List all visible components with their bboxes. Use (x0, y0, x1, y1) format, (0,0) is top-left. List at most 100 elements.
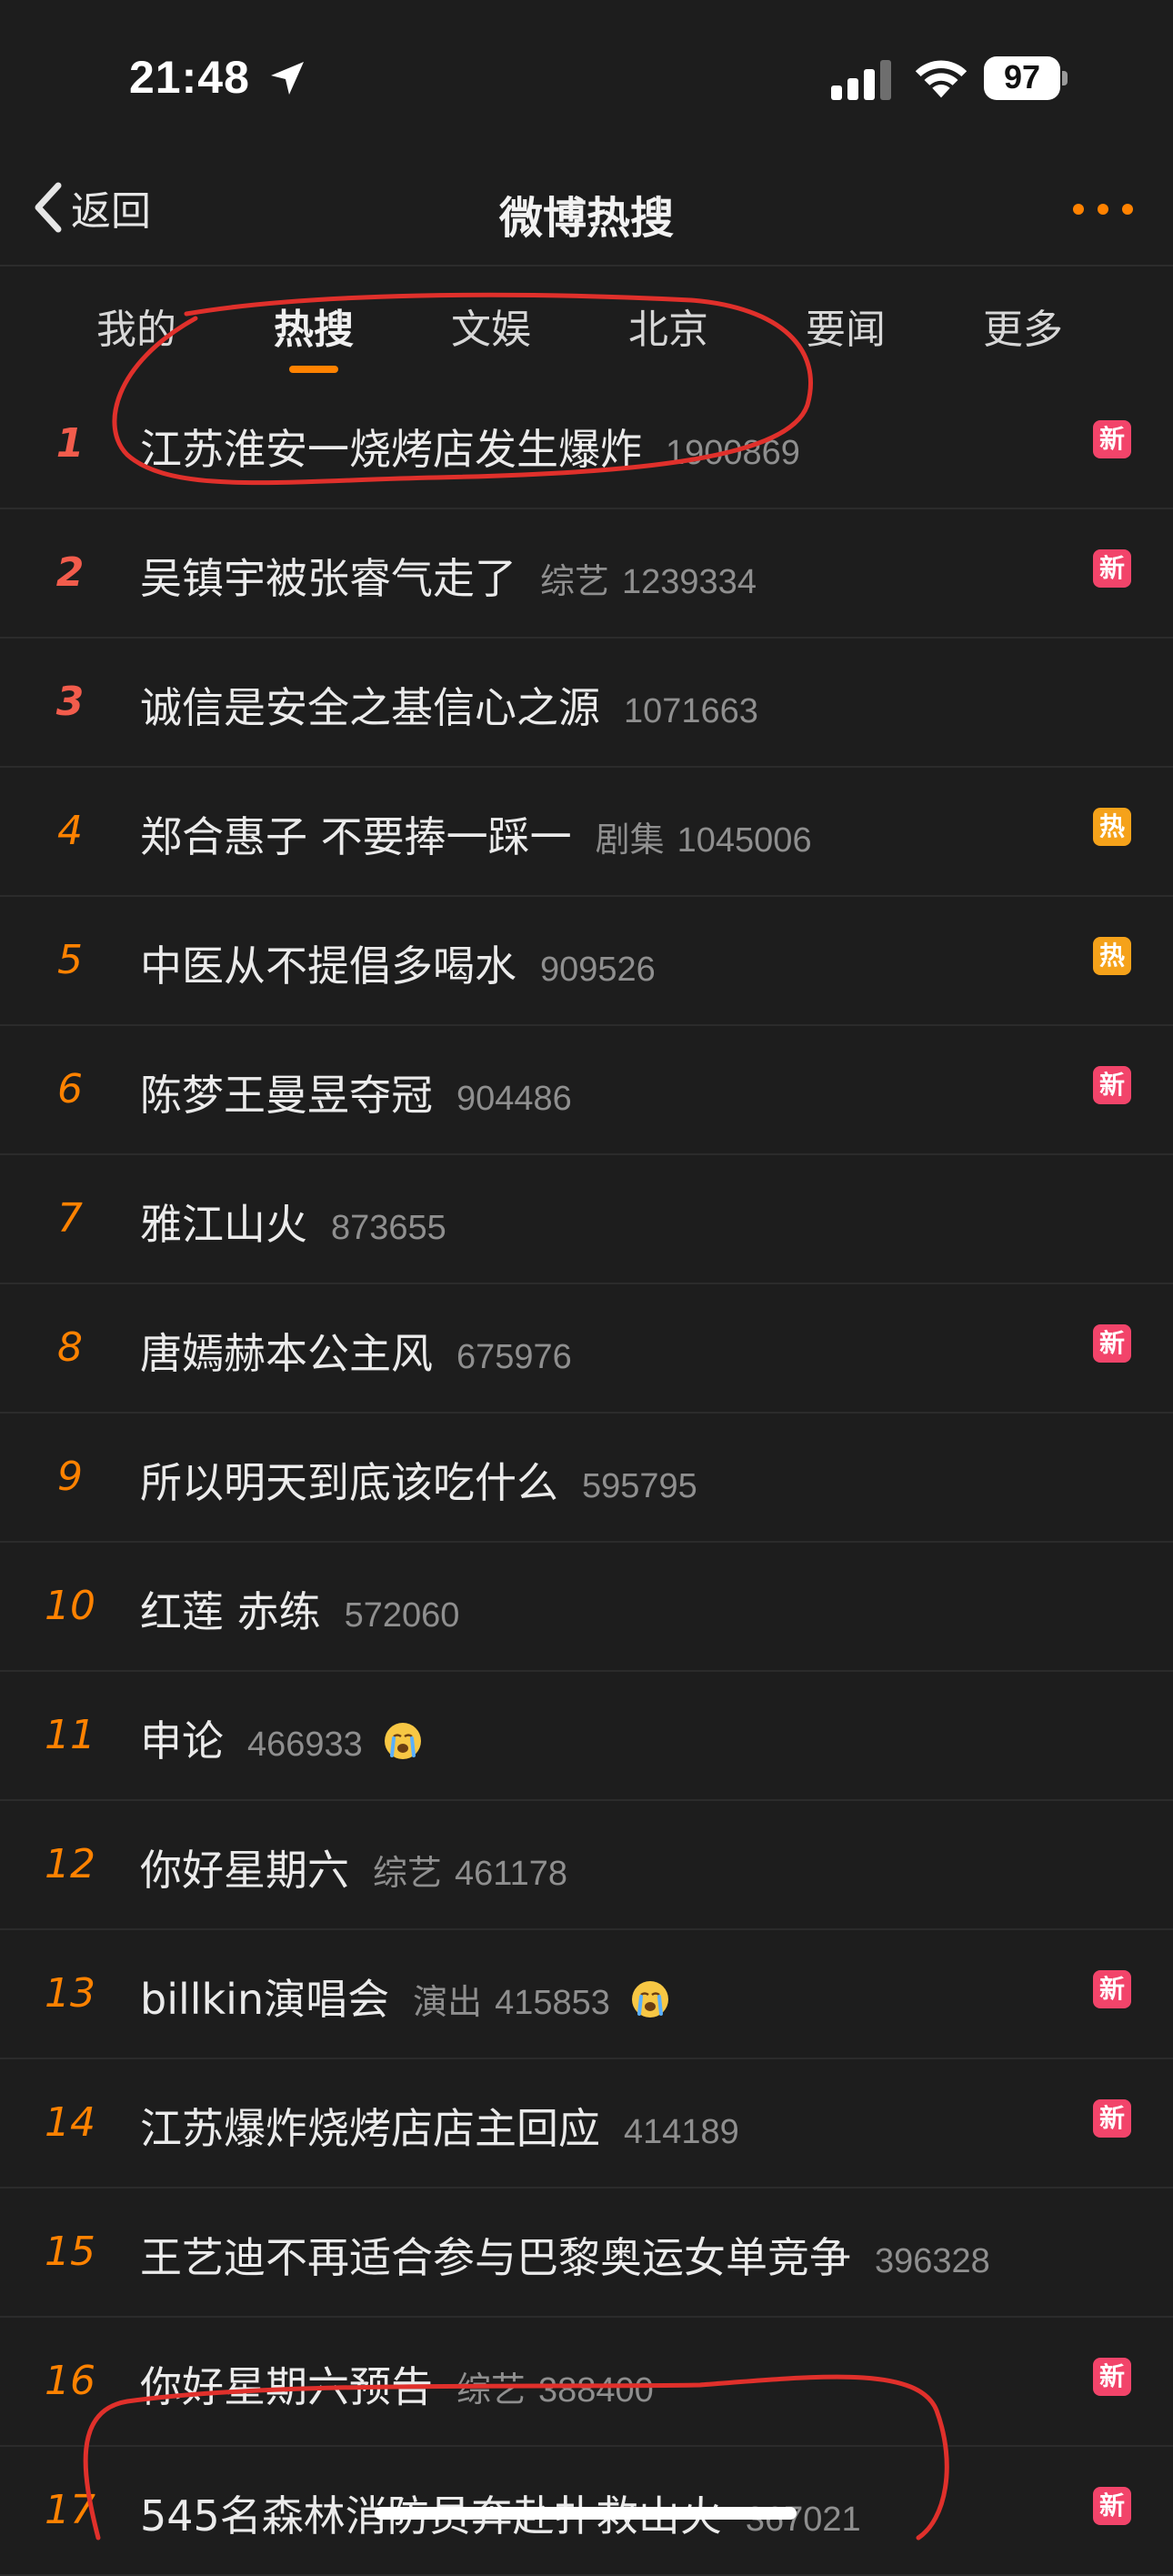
tab-more[interactable]: 更多 (932, 297, 1114, 355)
topic-title[interactable]: 王艺迪不再适合参与巴黎奥运女单竞争 (140, 2225, 851, 2285)
rank-number: 13 (45, 1970, 95, 2017)
page-title: 微博热搜 (498, 193, 674, 244)
rank-number: 4 (57, 808, 83, 854)
rank-number: 5 (57, 937, 83, 983)
hot-search-row[interactable]: 5 中医从不提倡多喝水 909526 热 (0, 897, 1173, 1026)
active-tab-indicator (289, 366, 338, 373)
topic-title[interactable]: 江苏爆炸烧烤店店主回应 (140, 2096, 600, 2156)
heat-count: 396328 (875, 2242, 990, 2280)
chevron-left-icon (35, 182, 62, 233)
tab-news[interactable]: 要闻 (755, 297, 937, 355)
crying-face-icon (384, 1723, 421, 1759)
topic-line: 郑合惠子 不要捧一踩一 剧集 1045006 (140, 804, 812, 864)
battery-percent: 97 (1003, 58, 1041, 96)
navigation-bar: 返回 微博热搜 (0, 155, 1173, 264)
new-badge: 新 (1093, 2487, 1131, 2525)
tab-mine[interactable]: 我的 (45, 297, 227, 355)
hot-search-row[interactable]: 2 吴镇宇被张睿气走了 综艺 1239334 新 (0, 509, 1173, 639)
back-button[interactable]: 返回 (31, 180, 151, 235)
heat-count: 461178 (455, 1855, 567, 1893)
heat-count: 675976 (456, 1338, 572, 1376)
rank-number: 8 (57, 1324, 83, 1371)
hot-search-row[interactable]: 10 红莲 赤练 572060 (0, 1543, 1173, 1672)
tab-hot-search[interactable]: 热搜 (223, 297, 405, 355)
heat-count: 414189 (624, 2113, 739, 2151)
topic-title[interactable]: 诚信是安全之基信心之源 (140, 675, 600, 735)
hot-search-row[interactable]: 1 江苏淮安一烧烤店发生爆炸 1900869 新 (0, 380, 1173, 509)
heat-count: 1900869 (666, 434, 800, 472)
hot-search-row[interactable]: 12 你好星期六 综艺 461178 (0, 1801, 1173, 1930)
topic-title[interactable]: 你好星期六预告 (140, 2354, 433, 2414)
category-tabs: 我的 热搜 文娱 北京 要闻 更多 (0, 273, 1173, 380)
tab-beijing[interactable]: 北京 (577, 297, 759, 355)
topic-title[interactable]: billkin演唱会 (140, 1967, 389, 2027)
rank-number: 11 (45, 1712, 95, 1758)
hot-search-row[interactable]: 7 雅江山火 873655 (0, 1155, 1173, 1284)
heat-count: 904486 (456, 1080, 572, 1118)
battery-icon: 97 (984, 56, 1068, 100)
heat-count: 466933 (247, 1726, 363, 1764)
hot-search-row[interactable]: 11 申论 466933 (0, 1672, 1173, 1801)
topic-title[interactable]: 所以明天到底该吃什么 (140, 1450, 558, 1510)
topic-title[interactable]: 陈梦王曼昱夺冠 (140, 1062, 433, 1122)
topic-category: 演出 (413, 1982, 483, 2022)
crying-face-icon (631, 1981, 668, 2018)
hot-search-row[interactable]: 15 王艺迪不再适合参与巴黎奥运女单竞争 396328 (0, 2189, 1173, 2318)
nav-divider (0, 265, 1173, 267)
new-badge: 新 (1093, 549, 1131, 588)
hot-search-row[interactable]: 3 诚信是安全之基信心之源 1071663 (0, 639, 1173, 768)
heat-count: 1071663 (624, 692, 758, 730)
topic-title[interactable]: 江苏淮安一烧烤店发生爆炸 (140, 417, 642, 477)
new-badge: 新 (1093, 2358, 1131, 2396)
topic-title[interactable]: 唐嫣赫本公主风 (140, 1321, 433, 1381)
hot-search-row[interactable]: 8 唐嫣赫本公主风 675976 新 (0, 1284, 1173, 1414)
home-indicator[interactable] (375, 2507, 797, 2520)
hot-search-row[interactable]: 6 陈梦王曼昱夺冠 904486 新 (0, 1026, 1173, 1155)
topic-category: 综艺 (540, 561, 610, 601)
rank-number: 9 (57, 1454, 83, 1500)
topic-title[interactable]: 申论 (140, 1708, 224, 1768)
topic-category: 综艺 (456, 2370, 526, 2410)
topic-line: 陈梦王曼昱夺冠 904486 (140, 1062, 572, 1122)
hot-search-row[interactable]: 14 江苏爆炸烧烤店店主回应 414189 新 (0, 2059, 1173, 2189)
topic-line: 雅江山火 873655 (140, 1192, 446, 1252)
more-options-icon[interactable] (1071, 191, 1135, 227)
topic-line: 你好星期六预告 综艺 388400 (140, 2354, 654, 2414)
hot-search-row[interactable]: 9 所以明天到底该吃什么 595795 (0, 1414, 1173, 1543)
tab-entertainment[interactable]: 文娱 (400, 297, 582, 355)
topic-line: 诚信是安全之基信心之源 1071663 (140, 675, 758, 735)
cellular-signal-icon (831, 60, 891, 100)
hot-search-row[interactable]: 16 你好星期六预告 综艺 388400 新 (0, 2318, 1173, 2447)
rank-number: 1 (55, 420, 85, 467)
hot-search-row[interactable]: 13 billkin演唱会 演出 415853 新 (0, 1930, 1173, 2059)
heat-count: 1239334 (622, 563, 757, 601)
back-label: 返回 (71, 188, 151, 235)
rank-number: 2 (55, 549, 85, 596)
rank-number: 17 (45, 2487, 95, 2533)
new-badge: 新 (1093, 1970, 1131, 2008)
topic-title[interactable]: 红莲 赤练 (140, 1579, 321, 1639)
heat-count: 415853 (495, 1984, 610, 2022)
topic-line: 申论 466933 (140, 1708, 423, 1768)
heat-count: 873655 (331, 1209, 446, 1247)
rank-number: 16 (45, 2358, 95, 2404)
topic-title[interactable]: 吴镇宇被张睿气走了 (140, 546, 516, 606)
hot-search-row[interactable]: 4 郑合惠子 不要捧一踩一 剧集 1045006 热 (0, 768, 1173, 897)
new-badge: 新 (1093, 1324, 1131, 1363)
topic-title[interactable]: 郑合惠子 不要捧一踩一 (140, 804, 572, 864)
topic-category: 剧集 (595, 820, 665, 860)
topic-title[interactable]: 中医从不提倡多喝水 (140, 933, 516, 993)
location-arrow-icon (271, 62, 304, 95)
topic-line: 所以明天到底该吃什么 595795 (140, 1450, 697, 1510)
heat-count: 595795 (582, 1467, 697, 1505)
topic-line: 红莲 赤练 572060 (140, 1579, 459, 1639)
heat-count: 909526 (540, 951, 656, 989)
topic-line: 王艺迪不再适合参与巴黎奥运女单竞争 396328 (140, 2225, 990, 2285)
topic-title[interactable]: 雅江山火 (140, 1192, 307, 1252)
status-time: 21:48 (129, 52, 250, 103)
topic-line: 江苏爆炸烧烤店店主回应 414189 (140, 2096, 739, 2156)
rank-number: 3 (55, 679, 85, 725)
topic-title[interactable]: 你好星期六 (140, 1837, 349, 1897)
topic-line: 你好星期六 综艺 461178 (140, 1837, 567, 1897)
topic-category: 综艺 (373, 1853, 443, 1893)
